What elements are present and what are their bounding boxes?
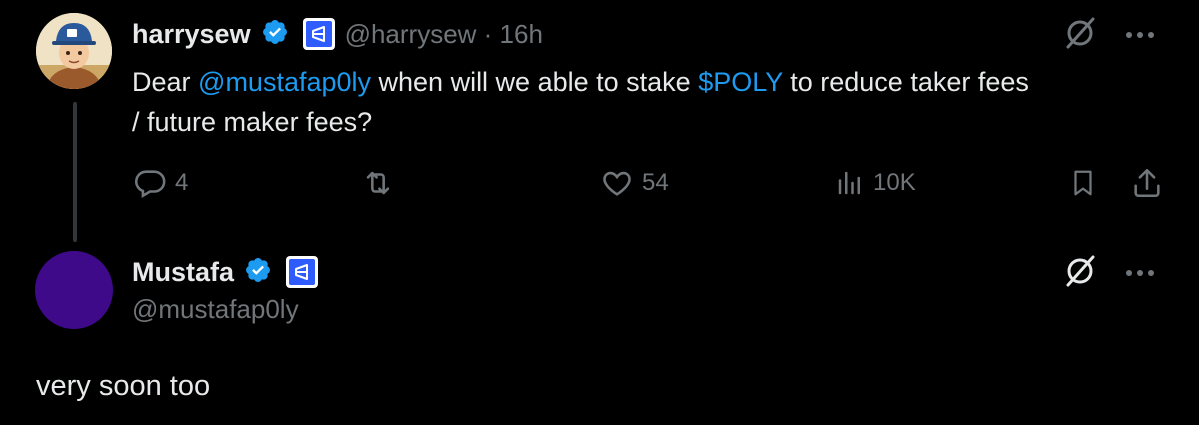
reply-display-name[interactable]: Mustafa xyxy=(132,257,234,288)
like-button[interactable]: 54 xyxy=(600,166,669,200)
bookmark-icon xyxy=(1068,166,1098,200)
post-text-segment: when will we able to stake xyxy=(371,67,699,97)
avatar[interactable] xyxy=(36,13,112,89)
polymarket-affiliate-icon[interactable] xyxy=(302,18,335,50)
verified-badge-icon xyxy=(244,256,272,289)
retweet-icon xyxy=(360,166,396,200)
cashtag-link[interactable]: $POLY xyxy=(698,67,783,97)
grok-icon[interactable] xyxy=(1063,16,1097,55)
verified-badge-icon xyxy=(261,18,289,51)
reply-avatar[interactable] xyxy=(35,251,113,329)
views-icon xyxy=(835,166,865,200)
post-text-line-2: / future maker fees? xyxy=(132,107,373,137)
share-icon xyxy=(1130,166,1164,200)
like-icon xyxy=(600,166,634,200)
share-button[interactable] xyxy=(1130,166,1164,200)
post-top-actions xyxy=(1063,16,1155,55)
reply-count: 4 xyxy=(175,169,189,196)
thread-connector xyxy=(73,102,77,242)
mention-link[interactable]: @mustafap0ly xyxy=(198,67,371,97)
reply-header: Mustafa xyxy=(132,252,319,292)
post-text-line-1: Dear @mustafap0ly when will we able to s… xyxy=(132,62,1172,102)
like-count: 54 xyxy=(642,169,669,196)
reply-top-actions xyxy=(1063,254,1155,293)
reply-handle[interactable]: @mustafap0ly xyxy=(132,294,299,325)
reply-icon xyxy=(133,166,167,200)
post-header: harrysew @harrysew · 16h xyxy=(132,14,543,54)
retweet-button[interactable] xyxy=(360,166,396,200)
handle-and-time[interactable]: @harrysew · 16h xyxy=(345,19,543,50)
reply-button[interactable]: 4 xyxy=(133,166,188,200)
post-text-segment: Dear xyxy=(132,67,199,97)
grok-icon[interactable] xyxy=(1063,254,1097,293)
display-name[interactable]: harrysew xyxy=(132,19,251,50)
post-text-segment: to reduce taker fees xyxy=(782,67,1029,97)
more-icon[interactable] xyxy=(1125,265,1155,283)
more-icon[interactable] xyxy=(1125,27,1155,45)
views-count: 10K xyxy=(873,169,916,196)
avatar-illustration xyxy=(36,13,112,89)
bookmark-button[interactable] xyxy=(1068,166,1098,200)
views-button[interactable]: 10K xyxy=(835,166,916,200)
polymarket-affiliate-icon[interactable] xyxy=(286,256,319,288)
reply-text: very soon too xyxy=(36,370,211,402)
post-text: Dear @mustafap0ly when will we able to s… xyxy=(132,62,1172,142)
